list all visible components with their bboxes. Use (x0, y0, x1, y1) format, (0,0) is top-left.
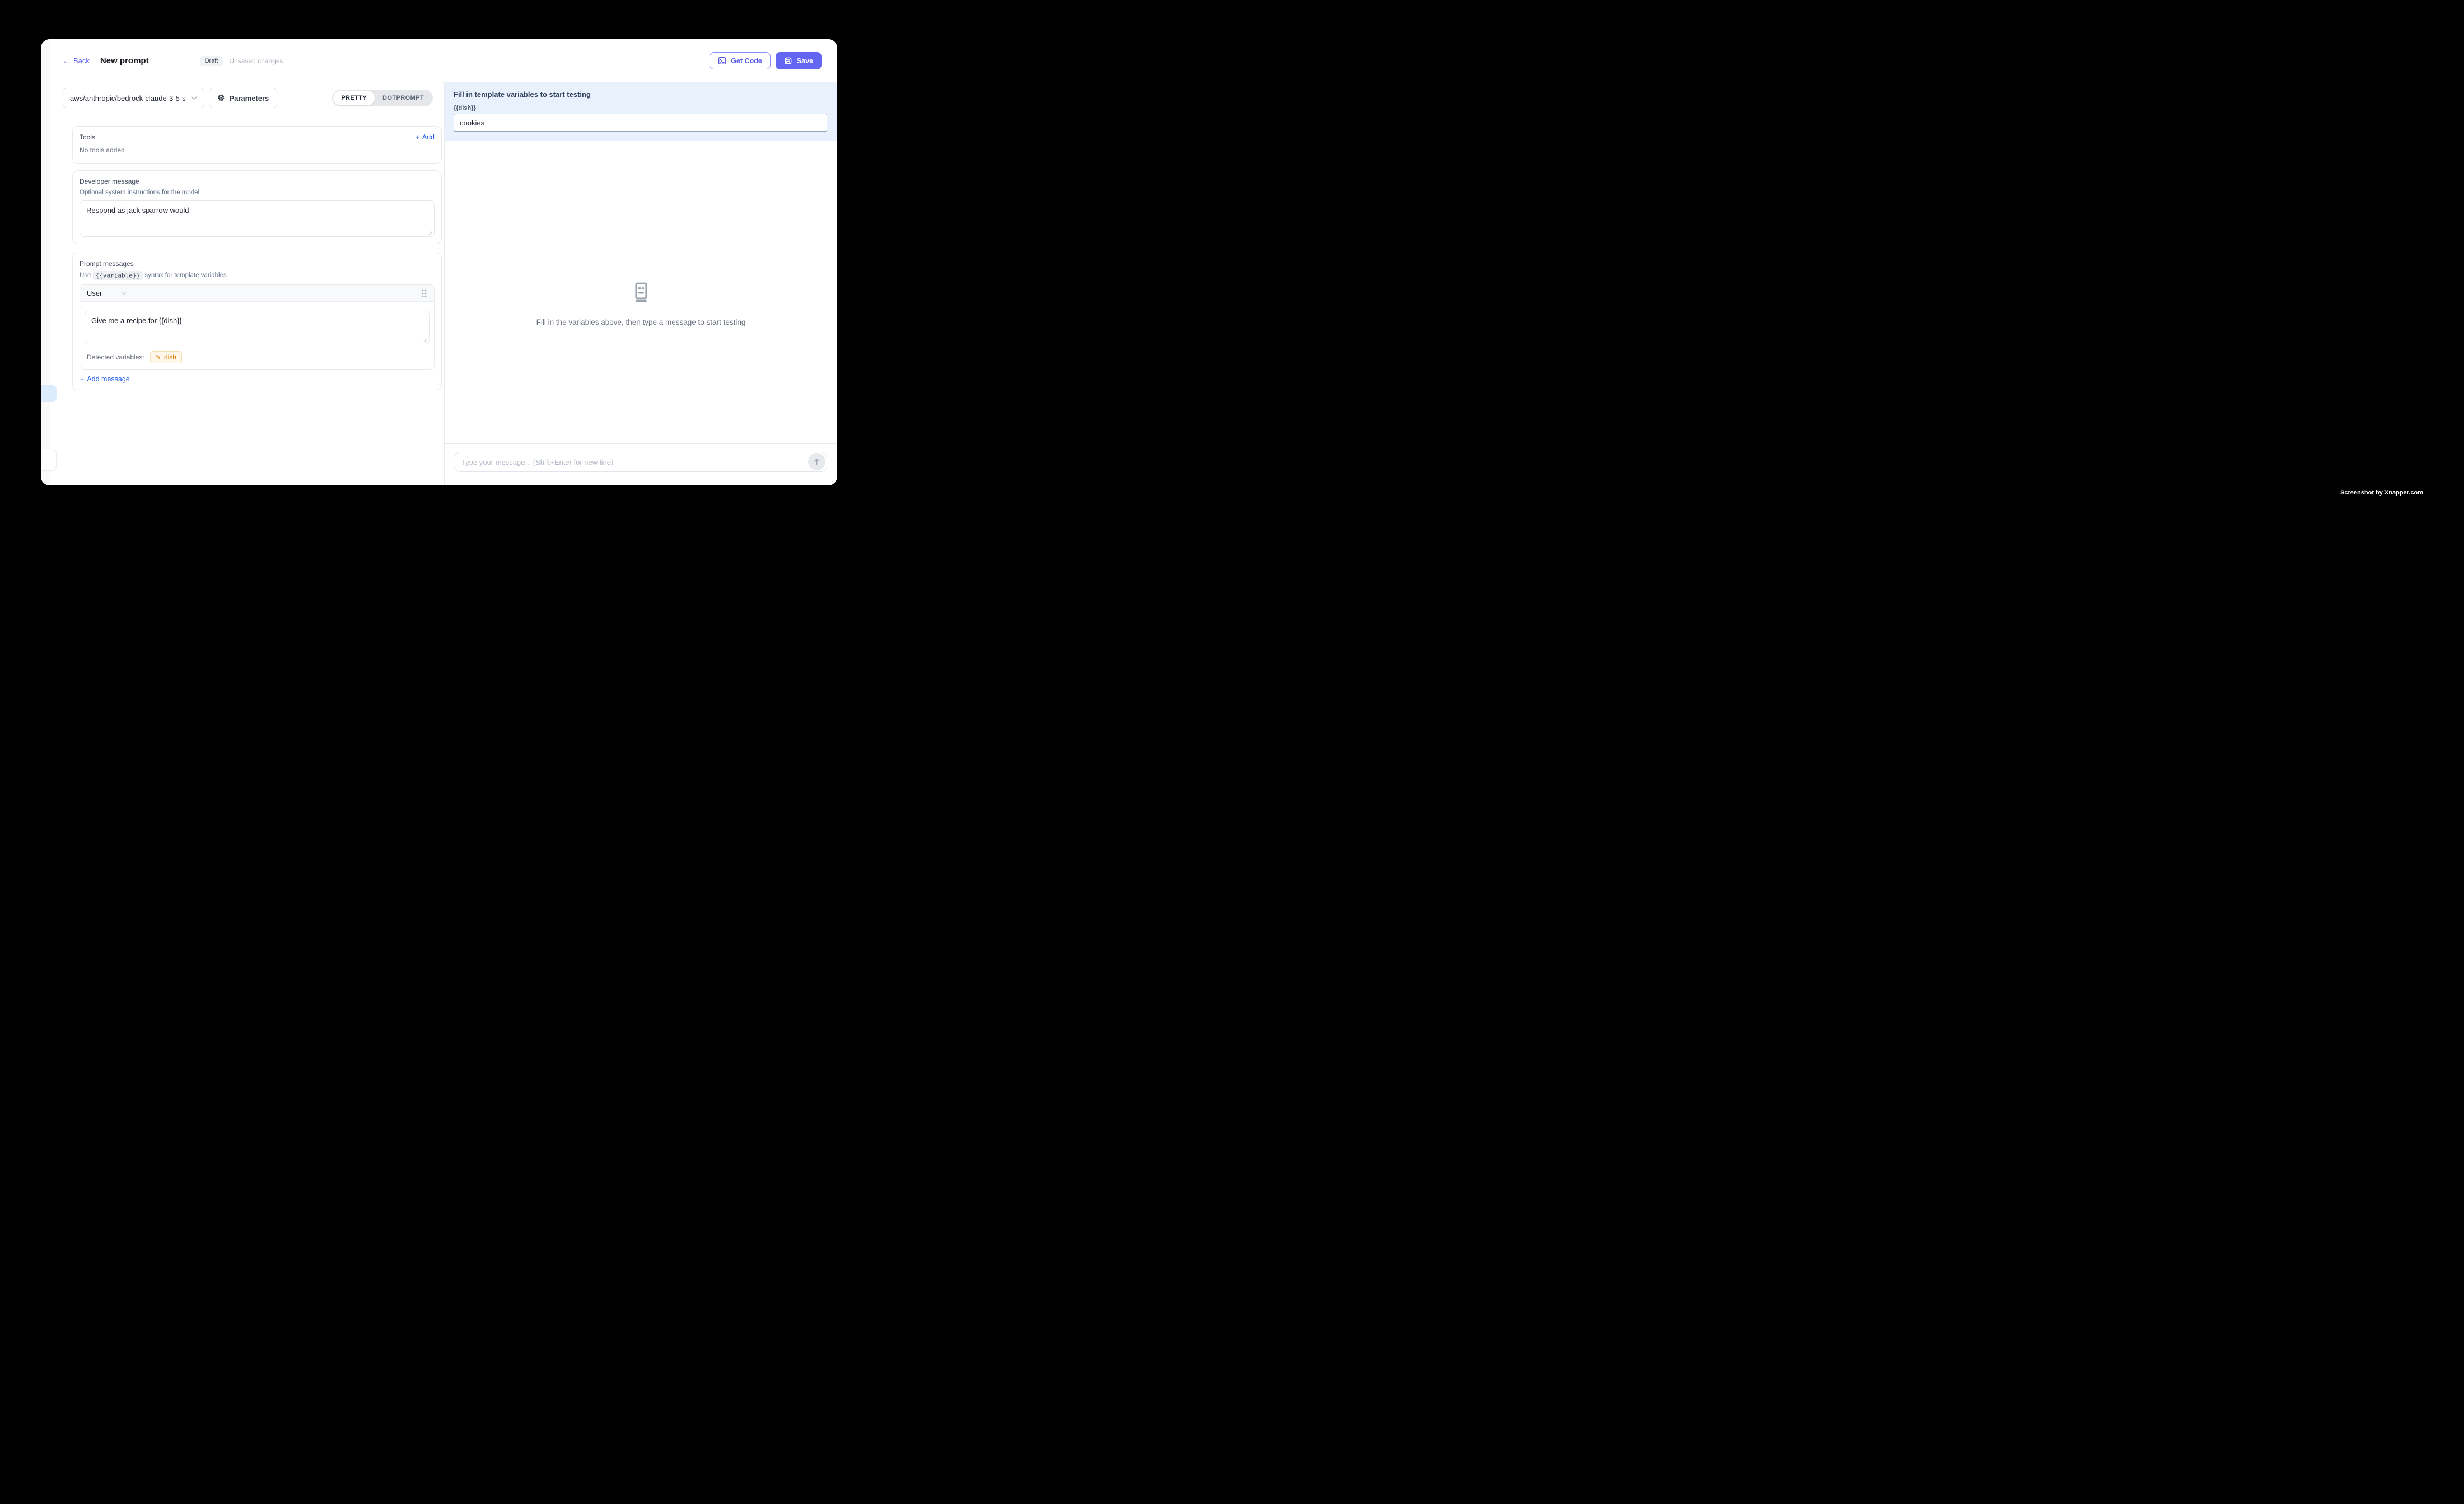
chevron-down-icon (121, 292, 127, 295)
add-message-button[interactable]: + Add message (80, 375, 435, 383)
test-empty-text: Fill in the variables above, then type a… (536, 318, 746, 326)
toggle-dotprompt[interactable]: DOTPROMPT (375, 91, 432, 105)
variable-syntax-chip: {{variable}} (93, 271, 143, 280)
toggle-pretty[interactable]: PRETTY (333, 91, 375, 105)
developer-message-title: Developer message (80, 178, 435, 185)
message-body: Give me a recipe for {{dish}} (80, 302, 434, 349)
variable-dish-label: {{dish}} (454, 105, 827, 111)
parameters-button[interactable]: ⚙ Parameters (209, 88, 277, 108)
test-empty-state: Fill in the variables above, then type a… (445, 141, 837, 443)
variable-chip-name: dish (164, 353, 176, 361)
parameters-label: Parameters (229, 94, 269, 102)
message-header: User (80, 285, 434, 302)
back-label: Back (73, 57, 90, 65)
back-arrow-icon: ← (63, 57, 70, 65)
watermark-text: Screenshot by Xnapper.com (2340, 489, 2423, 496)
subtitle-prefix: Use (80, 272, 91, 279)
variable-dish-input[interactable] (454, 114, 827, 132)
subtitle-suffix: syntax for template variables (144, 272, 226, 279)
collapsed-sidebar (41, 39, 50, 485)
draft-status-badge: Draft (200, 56, 223, 66)
add-tool-button[interactable]: + Add (415, 133, 435, 141)
unsaved-changes-text: Unsaved changes (229, 57, 283, 65)
page-title: New prompt (100, 56, 149, 66)
variable-chip-dish[interactable]: ✎ dish (150, 351, 182, 363)
tools-empty-text: No tools added (80, 146, 435, 154)
model-selector-value: aws/anthropic/bedrock-claude-3-5-s... (70, 94, 186, 102)
template-variables-section: Fill in template variables to start test… (445, 82, 837, 141)
arrow-up-icon (813, 457, 821, 466)
save-label: Save (797, 57, 813, 65)
tools-title: Tools (80, 133, 95, 141)
role-label: User (87, 289, 102, 297)
add-message-label: Add message (87, 375, 129, 383)
status-group: Draft Unsaved changes (200, 56, 283, 66)
view-mode-toggle: PRETTY DOTPROMPT (332, 90, 433, 106)
resize-handle[interactable] (427, 230, 432, 235)
prompt-messages-subtitle: Use {{variable}} syntax for template var… (80, 272, 435, 279)
model-toolbar: aws/anthropic/bedrock-claude-3-5-s... ⚙ … (63, 88, 443, 108)
role-selector[interactable]: User (87, 289, 127, 297)
save-button[interactable]: Save (776, 52, 822, 69)
plus-icon: + (80, 375, 84, 383)
app-window: ← Back New prompt Draft Unsaved changes … (41, 39, 837, 485)
add-tool-label: Add (422, 133, 435, 141)
back-button[interactable]: ← Back (63, 57, 90, 65)
pencil-icon: ✎ (156, 354, 161, 361)
detected-variables-row: Detected variables: ✎ dish (80, 349, 434, 369)
model-selector[interactable]: aws/anthropic/bedrock-claude-3-5-s... (63, 88, 204, 108)
tools-card: Tools + Add No tools added (72, 126, 442, 164)
message-textarea[interactable]: Give me a recipe for {{dish}} (85, 311, 430, 344)
test-pane: Fill in template variables to start test… (444, 82, 837, 485)
template-variables-title: Fill in template variables to start test… (454, 90, 827, 99)
send-button[interactable] (808, 453, 825, 470)
app-body: aws/anthropic/bedrock-claude-3-5-s... ⚙ … (50, 82, 837, 485)
header-actions: Get Code Save (710, 52, 822, 69)
developer-message-card: Developer message Optional system instru… (72, 170, 442, 244)
prompt-editor-pane: aws/anthropic/bedrock-claude-3-5-s... ⚙ … (50, 82, 444, 485)
gear-icon: ⚙ (217, 94, 225, 102)
plus-icon: + (415, 133, 419, 141)
composer (454, 452, 827, 472)
message-block: User Give me a recipe for {{dish}} (80, 284, 435, 370)
message-value: Give me a recipe for {{dish}} (91, 316, 182, 325)
get-code-label: Get Code (731, 57, 762, 65)
composer-section (445, 443, 837, 485)
page-header: ← Back New prompt Draft Unsaved changes … (50, 39, 837, 82)
prompt-messages-title: Prompt messages (80, 260, 435, 268)
prompt-messages-card: Prompt messages Use {{variable}} syntax … (72, 253, 442, 390)
message-input[interactable] (454, 452, 827, 472)
developer-message-value: Respond as jack sparrow would (86, 206, 189, 214)
save-disk-icon (784, 57, 792, 65)
developer-message-textarea[interactable]: Respond as jack sparrow would (80, 200, 435, 237)
terminal-icon (718, 57, 726, 65)
robot-face-icon (629, 280, 654, 305)
developer-message-subtitle: Optional system instructions for the mod… (80, 189, 435, 196)
chevron-down-icon (191, 96, 197, 100)
detected-variables-label: Detected variables: (87, 353, 144, 361)
tools-card-header: Tools + Add (80, 133, 435, 141)
drag-handle-icon[interactable] (421, 289, 427, 298)
get-code-button[interactable]: Get Code (710, 52, 771, 69)
resize-handle[interactable] (422, 337, 427, 342)
